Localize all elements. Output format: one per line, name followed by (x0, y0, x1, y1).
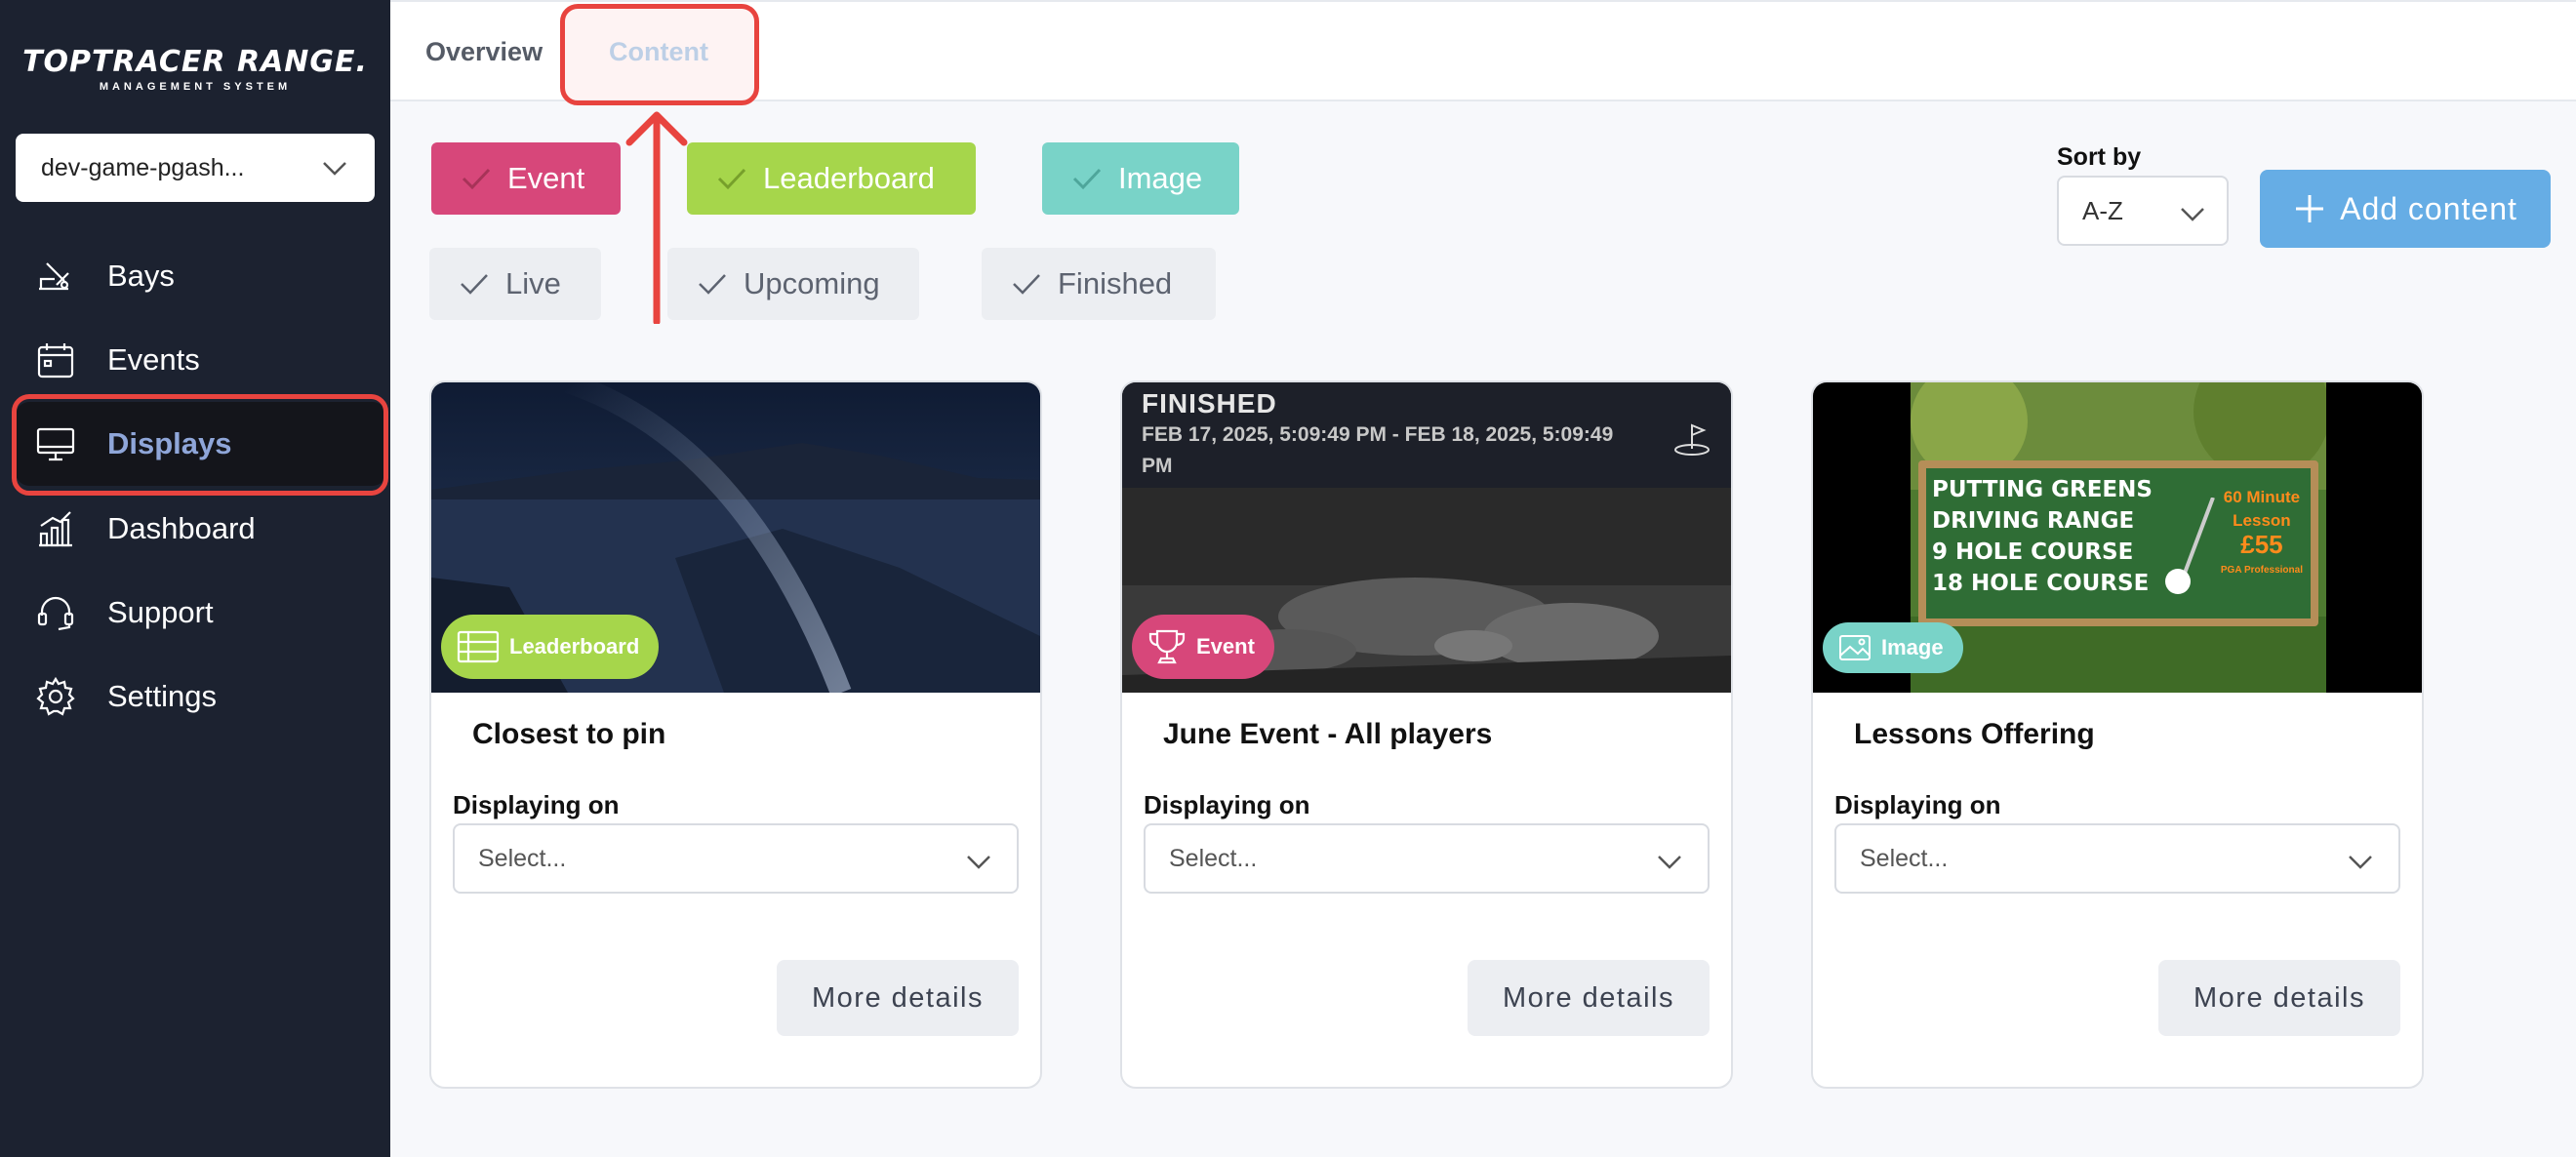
badge-label: Event (1196, 634, 1255, 658)
sidebar-item-bays[interactable]: Bays (16, 234, 386, 318)
sort-by-label: Sort by (2057, 143, 2142, 171)
sidebar: TOPTRACER RANGE. MANAGEMENT SYSTEM dev-g… (0, 0, 390, 1157)
displaying-on-select[interactable]: Select... (1144, 823, 1710, 894)
gear-icon (33, 674, 78, 719)
calendar-icon (33, 338, 78, 382)
chart-icon (33, 506, 78, 551)
card-title: Closest to pin (472, 718, 666, 750)
chevron-down-icon (1658, 856, 1681, 869)
leaderboard-icon (457, 630, 500, 663)
filter-chip-live[interactable]: Live (429, 248, 601, 320)
sidebar-item-dashboard[interactable]: Dashboard (16, 487, 386, 571)
logo-subtitle: MANAGEMENT SYSTEM (99, 81, 292, 93)
sidebar-item-displays[interactable]: Displays (16, 402, 386, 486)
more-details-button[interactable]: More details (2158, 960, 2400, 1036)
more-details-button[interactable]: More details (777, 960, 1019, 1036)
sidebar-item-support[interactable]: Support (16, 571, 386, 655)
check-icon (699, 274, 726, 295)
chevron-down-icon (323, 162, 346, 176)
card-title: June Event - All players (1163, 718, 1493, 750)
sidebar-item-label: Bays (107, 259, 175, 293)
venue-select[interactable]: dev-game-pgash... (16, 134, 375, 202)
check-icon (1072, 168, 1102, 190)
check-icon (717, 168, 746, 190)
tab-content[interactable]: Content (609, 37, 708, 67)
sign-text: PUTTING GREENS DRIVING RANGE 9 HOLE COUR… (1932, 477, 2153, 596)
more-details-button[interactable]: More details (1468, 960, 1710, 1036)
check-icon (461, 274, 488, 295)
add-content-label: Add content (2340, 190, 2517, 226)
event-dates: FEB 17, 2025, 5:09:49 PM - FEB 18, 2025,… (1142, 423, 1614, 477)
select-placeholder: Select... (1860, 844, 1949, 872)
plus-icon (2296, 195, 2324, 222)
displaying-on-label: Displaying on (1834, 790, 2001, 819)
logo-text: TOPTRACER RANGE. (22, 45, 368, 79)
sidebar-item-events[interactable]: Events (16, 318, 386, 402)
select-placeholder: Select... (478, 844, 567, 872)
card-title: Lessons Offering (1854, 718, 2095, 750)
sign-board: PUTTING GREENS DRIVING RANGE 9 HOLE COUR… (1918, 460, 2318, 626)
sidebar-item-settings[interactable]: Settings (16, 655, 386, 738)
venue-select-value: dev-game-pgash... (41, 153, 245, 181)
sidebar-item-label: Support (107, 595, 214, 629)
toptracer-logo[interactable]: TOPTRACER RANGE. MANAGEMENT SYSTEM (20, 45, 371, 93)
chevron-down-icon (967, 856, 990, 869)
event-status-bar: FINISHED FEB 17, 2025, 5:09:49 PM - FEB … (1122, 382, 1731, 488)
content-card[interactable]: FINISHED FEB 17, 2025, 5:09:49 PM - FEB … (1120, 380, 1733, 1089)
badge-label: Image (1881, 635, 1944, 659)
content-card[interactable]: PUTTING GREENS DRIVING RANGE 9 HOLE COUR… (1811, 380, 2424, 1089)
check-icon (1013, 274, 1040, 295)
sort-select-value: A-Z (2082, 195, 2123, 225)
filter-chip-image[interactable]: Image (1042, 142, 1239, 215)
type-badge-event: Event (1132, 615, 1274, 679)
filter-chip-label: Live (505, 266, 561, 300)
displaying-on-select[interactable]: Select... (453, 823, 1019, 894)
chevron-down-icon (2349, 856, 2372, 869)
filter-chip-leaderboard[interactable]: Leaderboard (687, 142, 976, 215)
displaying-on-label: Displaying on (1144, 790, 1310, 819)
image-icon (1839, 635, 1871, 660)
tab-overview[interactable]: Overview (425, 37, 543, 67)
add-content-button[interactable]: Add content (2260, 170, 2551, 248)
monitor-icon (33, 421, 78, 466)
trophy-icon (1148, 629, 1186, 664)
filter-chip-label: Upcoming (744, 266, 880, 300)
select-placeholder: Select... (1169, 844, 1258, 872)
tab-bar: Overview Content (390, 0, 2576, 101)
content-card[interactable]: Leaderboard Closest to pin Displaying on… (429, 380, 1042, 1089)
filter-chip-event[interactable]: Event (431, 142, 621, 215)
filter-chip-label: Leaderboard (763, 161, 935, 195)
filter-chip-label: Image (1118, 161, 1203, 195)
chevron-down-icon (2181, 208, 2204, 221)
filter-chip-finished[interactable]: Finished (982, 248, 1216, 320)
sort-select[interactable]: A-Z (2057, 176, 2229, 246)
event-status: FINISHED (1142, 388, 1277, 419)
type-badge-image: Image (1823, 622, 1963, 673)
bays-icon (33, 254, 78, 299)
filter-chip-label: Event (507, 161, 585, 195)
type-badge-leaderboard: Leaderboard (441, 615, 660, 679)
sidebar-item-label: Events (107, 342, 200, 377)
badge-label: Leaderboard (509, 634, 640, 658)
sidebar-item-label: Dashboard (107, 511, 256, 545)
golf-flag-icon (1674, 423, 1710, 456)
displaying-on-select[interactable]: Select... (1834, 823, 2400, 894)
headset-icon (33, 590, 78, 635)
check-icon (462, 168, 491, 190)
filter-chip-label: Finished (1058, 266, 1173, 300)
golf-ball-club-icon (2165, 498, 2215, 594)
sidebar-item-label: Displays (107, 426, 232, 460)
sign-promo: 60 Minute Lesson £55 PGA Professional (2220, 488, 2303, 576)
filter-chip-upcoming[interactable]: Upcoming (667, 248, 919, 320)
sidebar-item-label: Settings (107, 679, 218, 713)
displaying-on-label: Displaying on (453, 790, 620, 819)
